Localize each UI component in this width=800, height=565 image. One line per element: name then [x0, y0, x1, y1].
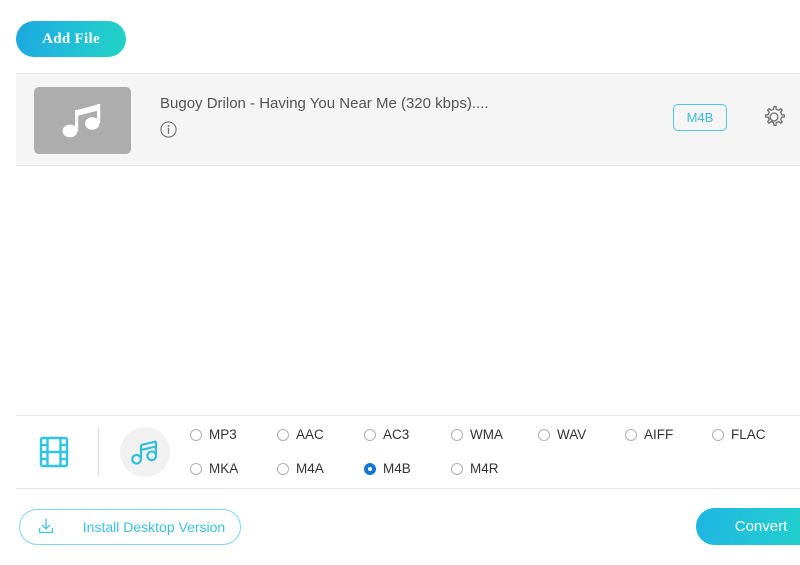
format-radio-label: M4B: [383, 461, 411, 476]
radio-dot: [625, 428, 637, 441]
format-radio-label: WMA: [470, 427, 503, 442]
radio-dot: [277, 462, 289, 475]
radio-dot: [190, 462, 202, 475]
type-divider: [98, 427, 99, 475]
format-radio-aac[interactable]: AAC: [277, 427, 324, 442]
audio-converter-app: Add File Bugoy Drilon - Having You Near …: [0, 0, 800, 565]
format-radio-ac3[interactable]: AC3: [364, 427, 409, 442]
file-format-badge[interactable]: M4B: [673, 104, 727, 131]
radio-dot: [277, 428, 289, 441]
file-list: Bugoy Drilon - Having You Near Me (320 k…: [0, 73, 800, 415]
format-radio-mp3[interactable]: MP3: [190, 427, 237, 442]
convert-button[interactable]: Convert: [696, 508, 800, 545]
format-radio-m4b[interactable]: M4B: [364, 461, 411, 476]
format-radio-label: MKA: [209, 461, 239, 476]
music-note-icon: [34, 87, 131, 154]
install-desktop-version-label: Install Desktop Version: [82, 519, 226, 535]
bottom-bar: Install Desktop Version Convert: [16, 488, 800, 565]
radio-dot: [364, 428, 376, 441]
format-radio-label: MP3: [209, 427, 237, 442]
top-toolbar: Add File: [0, 0, 800, 73]
radio-dot: [538, 428, 550, 441]
format-radio-wav[interactable]: WAV: [538, 427, 586, 442]
install-desktop-version-button[interactable]: Install Desktop Version: [19, 509, 241, 545]
radio-dot: [451, 462, 463, 475]
file-row[interactable]: Bugoy Drilon - Having You Near Me (320 k…: [16, 73, 800, 166]
format-radio-label: AC3: [383, 427, 410, 442]
format-radio-label: M4R: [470, 461, 499, 476]
format-radio-grid: MP3 AAC AC3 WMA WAV AIFF FLAC MKA M4A M4…: [190, 425, 790, 485]
format-radio-mka[interactable]: MKA: [190, 461, 238, 476]
format-radio-aiff[interactable]: AIFF: [625, 427, 673, 442]
format-radio-m4r[interactable]: M4R: [451, 461, 499, 476]
format-radio-row: MP3 AAC AC3 WMA WAV AIFF FLAC: [190, 425, 790, 451]
format-radio-label: WAV: [557, 427, 587, 442]
download-icon: [35, 515, 57, 540]
format-radio-label: AAC: [296, 427, 324, 442]
radio-dot: [712, 428, 724, 441]
add-file-button[interactable]: Add File: [16, 21, 126, 57]
radio-dot: [364, 462, 376, 475]
format-radio-m4a[interactable]: M4A: [277, 461, 324, 476]
format-radio-row: MKA M4A M4B M4R: [190, 459, 790, 485]
radio-dot: [190, 428, 202, 441]
format-radio-wma[interactable]: WMA: [451, 427, 503, 442]
format-radio-label: M4A: [296, 461, 324, 476]
music-note-icon[interactable]: [120, 427, 170, 477]
radio-dot: [451, 428, 463, 441]
film-strip-icon[interactable]: [34, 432, 74, 472]
format-picker-bar: MP3 AAC AC3 WMA WAV AIFF FLAC MKA M4A M4…: [16, 415, 800, 488]
gear-icon[interactable]: [760, 103, 788, 131]
info-icon[interactable]: [160, 121, 177, 138]
file-title: Bugoy Drilon - Having You Near Me (320 k…: [160, 95, 489, 112]
format-radio-label: AIFF: [644, 427, 674, 442]
format-radio-label: FLAC: [731, 427, 766, 442]
format-radio-flac[interactable]: FLAC: [712, 427, 766, 442]
